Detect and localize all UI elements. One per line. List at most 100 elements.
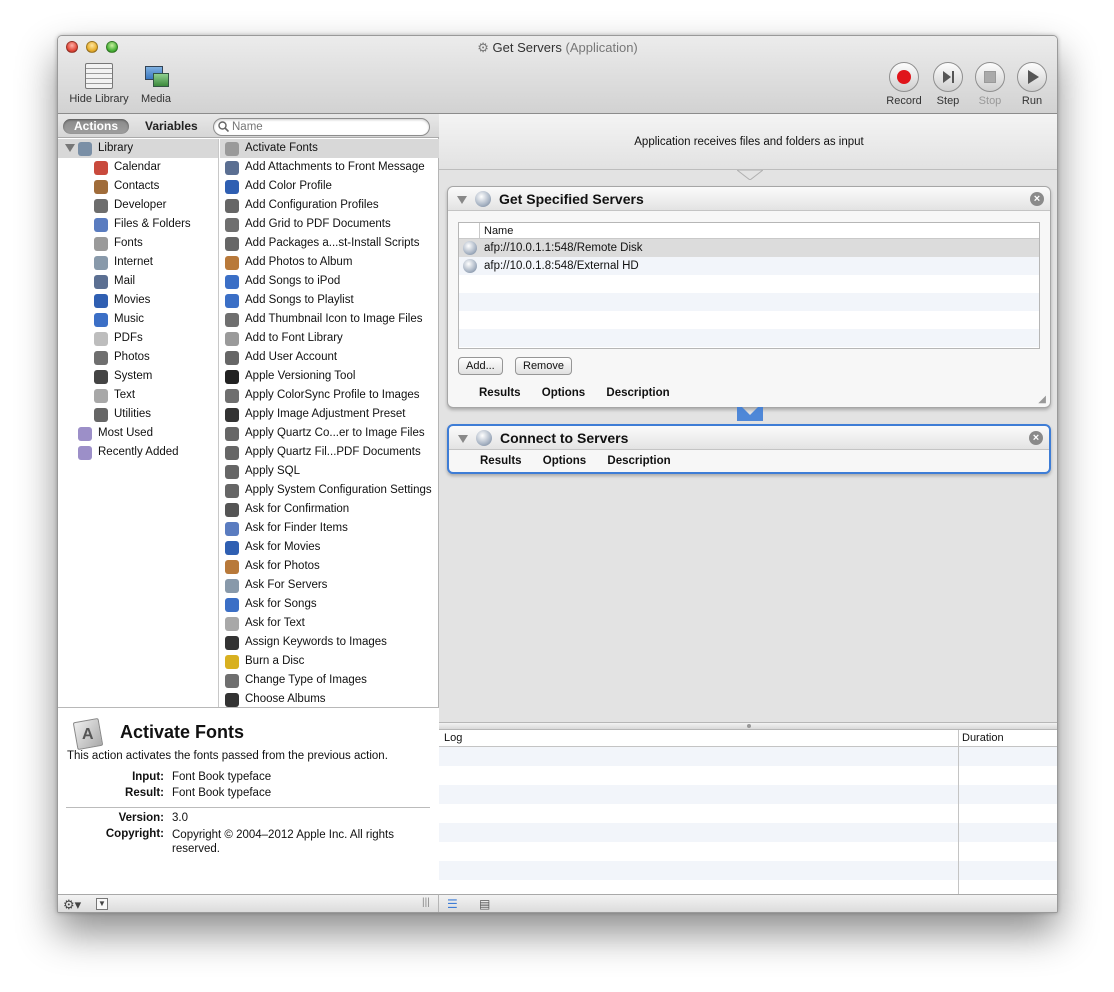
list-item[interactable]: Add Attachments to Front Message [220,158,439,177]
description-toggle-icon[interactable]: ▼ [96,898,108,910]
sidebar-item-recently-added[interactable]: Recently Added [58,443,218,462]
list-item[interactable]: Add Photos to Album [220,253,439,272]
text-icon [225,617,239,631]
list-item[interactable]: Apply SQL [220,462,439,481]
config-icon [225,351,239,365]
list-item[interactable]: Add Configuration Profiles [220,196,439,215]
list-item[interactable]: Ask For Servers [220,576,439,595]
list-item[interactable]: Ask for Movies [220,538,439,557]
list-item[interactable]: Ask for Songs [220,595,439,614]
list-item[interactable]: Add Thumbnail Icon to Image Files [220,310,439,329]
list-item[interactable]: Add Color Profile [220,177,439,196]
search-input[interactable] [232,120,422,134]
options-tab[interactable]: Options [543,455,586,467]
gear-menu-icon[interactable]: ⚙▾ [63,897,81,912]
connect-to-servers-action[interactable]: Connect to Servers × Results Options Des… [447,424,1051,474]
resize-grip-icon[interactable]: ◢ [1038,394,1046,405]
confirm-icon [225,503,239,517]
list-item[interactable]: Change Type of Images [220,671,439,690]
options-tab[interactable]: Options [542,387,585,399]
list-item[interactable]: Add to Font Library [220,329,439,348]
description-tab[interactable]: Description [607,455,670,467]
sidebar-item-developer[interactable]: Developer [58,196,218,215]
list-item[interactable]: Add Grid to PDF Documents [220,215,439,234]
variables-tab[interactable]: Variables [134,119,209,134]
sidebar-item-files-folders[interactable]: Files & Folders [58,215,218,234]
description-text: This action activates the fonts passed f… [67,750,388,762]
collapse-triangle-icon[interactable] [457,196,467,204]
list-item[interactable]: Burn a Disc [220,652,439,671]
terminal-icon [225,370,239,384]
duration-column-header[interactable]: Duration [962,730,1004,747]
search-field[interactable] [213,118,430,136]
list-item[interactable]: Choose Albums [220,690,439,707]
list-item[interactable]: Apply Image Adjustment Preset [220,405,439,424]
sidebar-item-photos[interactable]: Photos [58,348,218,367]
actions-tab[interactable]: Actions [63,119,130,134]
stop-button[interactable]: Stop [970,62,1010,107]
add-server-button[interactable]: Add... [458,357,503,375]
hide-library-button[interactable]: Hide Library [64,63,134,105]
sidebar-item-system[interactable]: System [58,367,218,386]
results-tab[interactable]: Results [480,455,522,467]
record-button[interactable]: Record [884,62,924,107]
list-item[interactable]: Apple Versioning Tool [220,367,439,386]
media-button[interactable]: Media [136,63,176,105]
list-item[interactable]: Ask for Confirmation [220,500,439,519]
sidebar-item-label: Utilities [114,408,152,420]
sidebar-item-label: Library [98,142,134,154]
sidebar-item-most-used[interactable]: Most Used [58,424,218,443]
get-specified-servers-action[interactable]: Get Specified Servers × Name afp://10.0.… [447,186,1051,408]
remove-action-icon[interactable]: × [1029,431,1043,445]
table-row[interactable]: afp://10.0.1.8:548/External HD [459,257,1039,275]
list-item[interactable]: Activate Fonts [220,139,439,158]
sidebar-item-calendar[interactable]: Calendar [58,158,218,177]
log-rows [439,747,1057,899]
list-item[interactable]: Ask for Photos [220,557,439,576]
name-column-header[interactable]: Name [484,223,513,239]
splitter-handle-icon[interactable]: ||| [422,897,430,908]
collapse-triangle-icon[interactable] [458,435,468,443]
list-item[interactable]: Add Songs to iPod [220,272,439,291]
action-label: Add Packages a...st-Install Scripts [245,237,420,249]
log-column-header[interactable]: Log [444,730,462,747]
list-item[interactable]: Add User Account [220,348,439,367]
list-item[interactable]: Apply Quartz Co...er to Image Files [220,424,439,443]
action-label: Ask for Photos [245,560,320,572]
sidebar-item-internet[interactable]: Internet [58,253,218,272]
sidebar-item-music[interactable]: Music [58,310,218,329]
list-item[interactable]: Ask for Finder Items [220,519,439,538]
disclosure-triangle-icon[interactable] [65,144,75,152]
sidebar-item-contacts[interactable]: Contacts [58,177,218,196]
sidebar-item-mail[interactable]: Mail [58,272,218,291]
run-button[interactable]: Run [1012,62,1052,107]
list-item[interactable]: Apply Quartz Fil...PDF Documents [220,443,439,462]
list-item[interactable]: Ask for Text [220,614,439,633]
list-item[interactable]: Apply System Configuration Settings [220,481,439,500]
photos-icon [94,351,108,365]
sidebar-item-utilities[interactable]: Utilities [58,405,218,424]
description-tab[interactable]: Description [606,387,669,399]
sidebar-item-library[interactable]: Library [58,139,218,158]
step-button[interactable]: Step [928,62,968,107]
results-tab[interactable]: Results [479,387,521,399]
fonts-icon [225,142,239,156]
list-item[interactable]: Apply ColorSync Profile to Images [220,386,439,405]
remove-server-button[interactable]: Remove [515,357,572,375]
sidebar-item-fonts[interactable]: Fonts [58,234,218,253]
calendar-icon [94,161,108,175]
log-splitter[interactable] [439,722,1057,730]
table-row[interactable]: afp://10.0.1.1:548/Remote Disk [459,239,1039,257]
remove-action-icon[interactable]: × [1030,192,1044,206]
list-view-icon[interactable]: ☰ [447,897,458,911]
sidebar-item-movies[interactable]: Movies [58,291,218,310]
description-divider [66,807,430,808]
split-view-icon[interactable]: ▤ [479,897,490,911]
list-item[interactable]: Assign Keywords to Images [220,633,439,652]
list-item[interactable]: Add Packages a...st-Install Scripts [220,234,439,253]
sidebar-item-pdfs[interactable]: PDFs [58,329,218,348]
iphoto-icon [225,560,239,574]
action-footer-tabs: Results Options Description [479,387,688,399]
list-item[interactable]: Add Songs to Playlist [220,291,439,310]
sidebar-item-text[interactable]: Text [58,386,218,405]
